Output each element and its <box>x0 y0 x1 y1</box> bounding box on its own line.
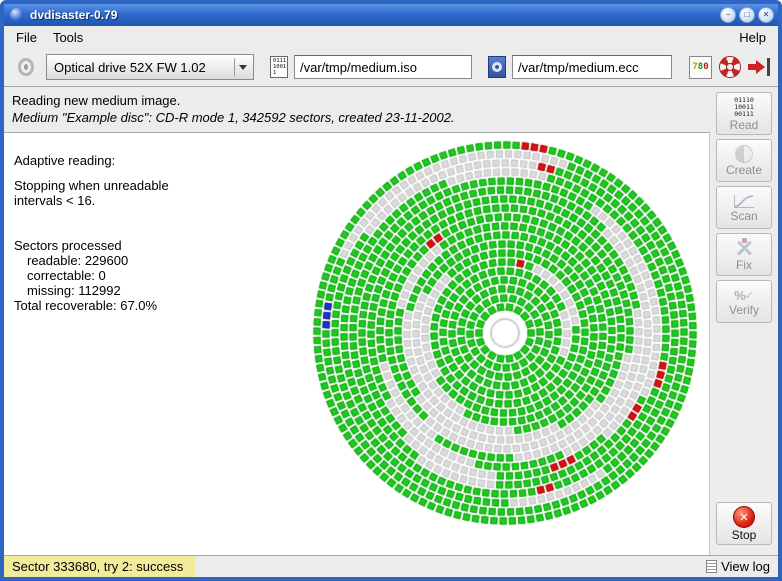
minimize-button[interactable] <box>720 7 736 23</box>
window-title: dvdisaster-0.79 <box>30 8 117 22</box>
lifebuoy-icon <box>719 56 741 78</box>
action-sidebar: 01110 10011 00111 Read Create Scan <box>710 87 778 555</box>
combo-separator <box>234 58 235 76</box>
menu-tools[interactable]: Tools <box>45 28 91 47</box>
statusbar: Sector 333680, try 2: success View log <box>4 555 778 577</box>
view-log-label: View log <box>721 559 770 574</box>
main-panel: Adaptive reading: Stopping when unreadab… <box>4 133 710 555</box>
iso-path-input[interactable] <box>294 55 472 79</box>
chevron-down-icon <box>239 65 247 70</box>
quit-button[interactable] <box>748 58 770 76</box>
correctable-count: correctable: 0 <box>27 268 182 283</box>
app-window: dvdisaster-0.79 File Tools Help Optical … <box>0 0 782 581</box>
maximize-button[interactable] <box>739 7 755 23</box>
sectors-processed-heading: Sectors processed <box>14 238 182 253</box>
stop-icon <box>733 506 755 528</box>
sector-status: Sector 333680, try 2: success <box>4 556 195 577</box>
verify-button: %✓ Verify <box>716 280 772 323</box>
content-row: Reading new medium image. Medium "Exampl… <box>4 86 778 555</box>
verify-button-label: Verify <box>729 304 759 316</box>
titlebar[interactable]: dvdisaster-0.79 <box>4 4 778 26</box>
scan-button-label: Scan <box>730 210 757 222</box>
read-button-label: Read <box>730 119 759 131</box>
create-button: Create <box>716 139 772 182</box>
ecc-path-input[interactable] <box>512 55 672 79</box>
stop-button[interactable]: Stop <box>716 502 772 545</box>
close-button[interactable] <box>758 7 774 23</box>
status-messages: Reading new medium image. Medium "Exampl… <box>4 87 710 133</box>
toolbar: Optical drive 52X FW 1.02 0111 1001 1 7 … <box>4 48 778 86</box>
scan-icon <box>733 194 755 209</box>
window-controls <box>720 7 774 23</box>
view-log-button[interactable]: View log <box>706 559 778 574</box>
image-file-icon: 0111 1001 1 <box>270 56 288 78</box>
preferences-button[interactable]: 7 8 0 <box>689 56 712 79</box>
readable-count: readable: 229600 <box>27 253 182 268</box>
verify-icon: %✓ <box>734 288 754 303</box>
scan-button: Scan <box>716 186 772 229</box>
status-line-2: Medium "Example disc": CD-R mode 1, 3425… <box>12 109 702 126</box>
preferences-icon: 7 8 0 <box>689 56 712 79</box>
total-recoverable: Total recoverable: 67.0% <box>14 298 182 313</box>
app-icon <box>10 8 24 22</box>
binary-line: 1 <box>273 70 287 76</box>
drive-select[interactable]: Optical drive 52X FW 1.02 <box>46 54 254 80</box>
create-icon <box>735 145 753 163</box>
reading-stats: Adaptive reading: Stopping when unreadab… <box>14 153 182 313</box>
prefs-digit: 0 <box>703 62 708 72</box>
left-column: Reading new medium image. Medium "Exampl… <box>4 87 710 555</box>
fix-button-label: Fix <box>736 259 752 271</box>
menubar: File Tools Help <box>4 26 778 48</box>
help-button[interactable] <box>719 56 741 78</box>
ecc-file-icon <box>488 56 506 78</box>
stop-button-label: Stop <box>732 529 757 541</box>
disc-sector-spiral <box>305 133 705 533</box>
menu-help[interactable]: Help <box>731 28 774 47</box>
log-file-icon <box>706 560 717 573</box>
drive-select-value: Optical drive 52X FW 1.02 <box>54 60 230 75</box>
create-button-label: Create <box>726 164 762 176</box>
fix-button: Fix <box>716 233 772 276</box>
adaptive-reading-heading: Adaptive reading: <box>14 153 182 168</box>
read-button[interactable]: 01110 10011 00111 Read <box>716 92 772 135</box>
fix-icon <box>734 238 754 258</box>
drive-button[interactable] <box>12 53 40 81</box>
toolbar-right-group: 7 8 0 <box>689 56 770 79</box>
stopping-condition: Stopping when unreadable intervals < 16. <box>14 178 182 208</box>
status-line-1: Reading new medium image. <box>12 92 702 109</box>
quit-icon <box>748 58 770 76</box>
read-icon: 01110 10011 00111 <box>734 97 754 118</box>
menu-file[interactable]: File <box>8 28 45 47</box>
missing-count: missing: 112992 <box>27 283 182 298</box>
optical-drive-icon <box>18 58 34 76</box>
